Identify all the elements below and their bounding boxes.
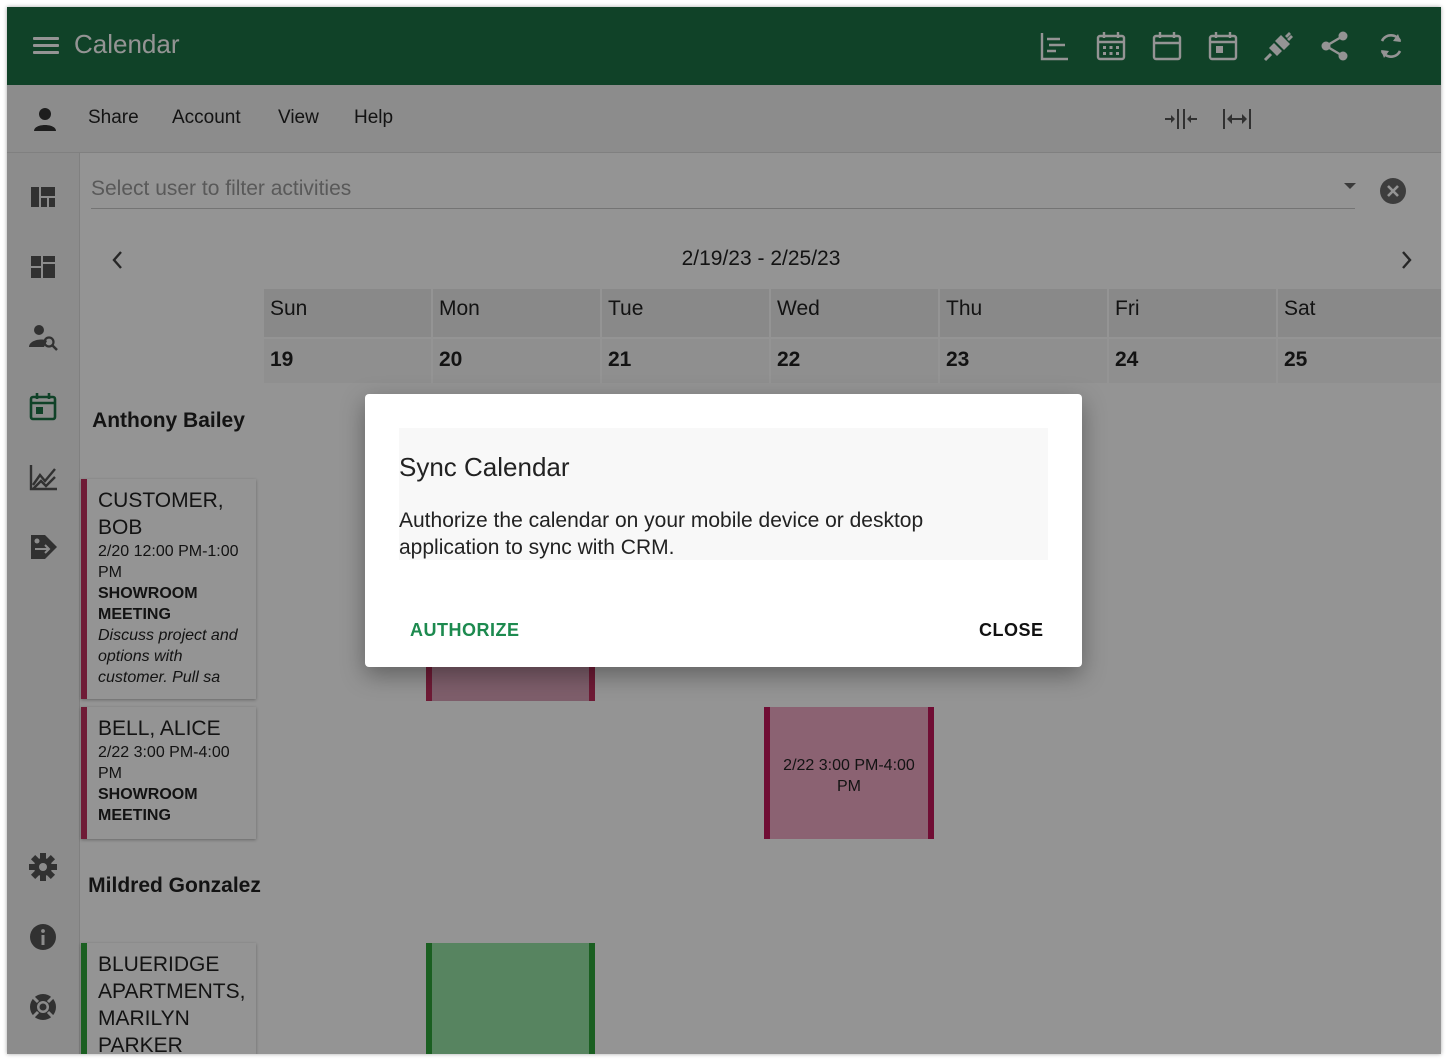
authorize-button[interactable]: AUTHORIZE bbox=[406, 618, 524, 643]
sync-calendar-dialog: Sync Calendar Authorize the calendar on … bbox=[365, 394, 1082, 667]
close-button[interactable]: CLOSE bbox=[975, 618, 1048, 643]
dialog-message: Authorize the calendar on your mobile de… bbox=[399, 509, 924, 559]
dialog-content: Sync Calendar Authorize the calendar on … bbox=[399, 428, 1048, 560]
app-window: Calendar Share Account View Help Select … bbox=[7, 7, 1441, 1054]
dialog-title: Sync Calendar bbox=[399, 452, 570, 482]
